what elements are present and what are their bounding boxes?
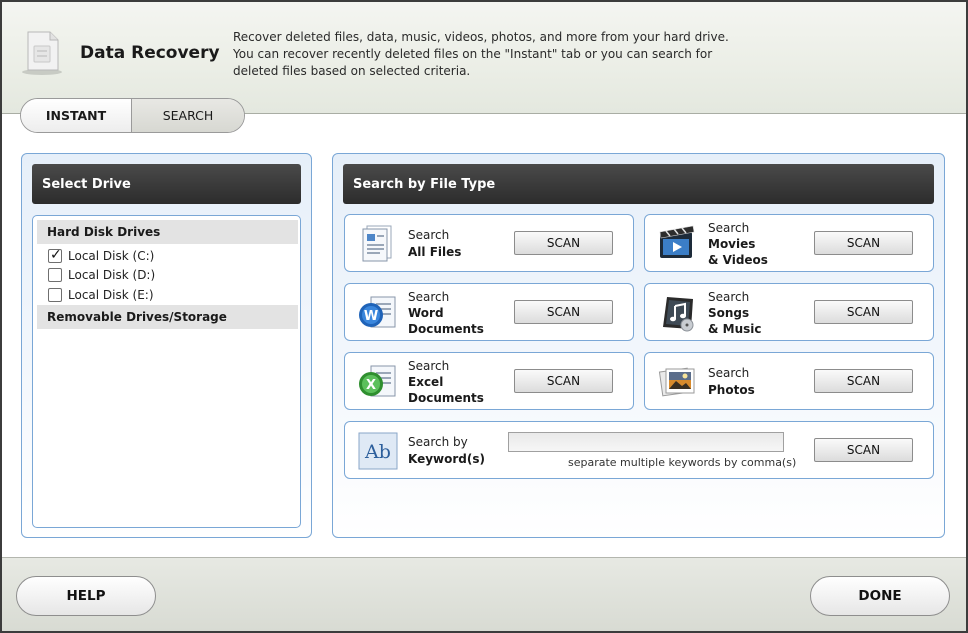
- svg-text:X: X: [366, 378, 376, 393]
- movies-icon: [659, 225, 695, 258]
- all-files-label: All Files: [408, 245, 462, 259]
- movies-label-2: & Videos: [708, 253, 768, 267]
- drive-item-d[interactable]: Local Disk (D:): [48, 266, 155, 284]
- data-recovery-icon: [22, 31, 62, 75]
- excel-prefix: Search: [408, 359, 450, 373]
- music-prefix: Search: [708, 290, 750, 304]
- drive-item-e[interactable]: Local Disk (E:): [48, 286, 154, 304]
- music-label-2: & Music: [708, 322, 762, 336]
- group-hard-disk-drives[interactable]: Hard Disk Drives: [37, 220, 298, 244]
- drive-d-checkbox[interactable]: [48, 268, 62, 282]
- keyword-label: Keyword(s): [408, 452, 485, 466]
- drive-e-checkbox[interactable]: [48, 288, 62, 302]
- search-card-music: Search Songs & Music SCAN: [644, 283, 934, 341]
- word-prefix: Search: [408, 290, 450, 304]
- search-card-keyword: Ab Search by Keyword(s) separate multipl…: [344, 421, 934, 479]
- drive-e-label: Local Disk (E:): [68, 288, 154, 302]
- scan-word-button[interactable]: SCAN: [514, 300, 613, 324]
- tab-instant[interactable]: INSTANT: [21, 99, 133, 132]
- all-files-icon: [362, 225, 392, 262]
- scan-music-button[interactable]: SCAN: [814, 300, 913, 324]
- select-drive-header: Select Drive: [32, 164, 301, 204]
- music-label-1: Songs: [708, 306, 750, 320]
- footer-bar: HELP DONE: [2, 557, 966, 631]
- drive-c-label: Local Disk (C:): [68, 249, 155, 263]
- excel-label-2: Documents: [408, 391, 484, 405]
- excel-label-1: Excel: [408, 375, 444, 389]
- word-document-icon: W: [359, 296, 396, 328]
- search-by-file-type-header: Search by File Type: [343, 164, 934, 204]
- search-card-photos: Search Photos SCAN: [644, 352, 934, 410]
- search-card-movies: Search Movies & Videos SCAN: [644, 214, 934, 272]
- photos-icon: [658, 367, 695, 397]
- keyword-icon: Ab: [358, 432, 398, 470]
- scan-excel-button[interactable]: SCAN: [514, 369, 613, 393]
- search-card-word: W Search Word Documents SCAN: [344, 283, 634, 341]
- help-button[interactable]: HELP: [16, 576, 156, 616]
- search-card-excel: X Search Excel Documents SCAN: [344, 352, 634, 410]
- checkmark-icon: ✓: [50, 247, 62, 263]
- scan-photos-button[interactable]: SCAN: [814, 369, 913, 393]
- search-card-all-files: Search All Files SCAN: [344, 214, 634, 272]
- drive-item-c[interactable]: ✓ Local Disk (C:): [48, 247, 154, 265]
- keyword-hint: separate multiple keywords by comma(s): [568, 456, 797, 469]
- drive-list: Hard Disk Drives ✓ Local Disk (C:) Local…: [32, 215, 301, 528]
- svg-text:W: W: [364, 309, 378, 324]
- drive-c-checkbox[interactable]: ✓: [48, 247, 62, 263]
- photos-label: Photos: [708, 383, 755, 397]
- word-label-2: Documents: [408, 322, 484, 336]
- app-description: Recover deleted files, data, music, vide…: [233, 30, 729, 78]
- word-label-1: Word: [408, 306, 444, 320]
- app-window: Data Recovery Recover deleted files, dat…: [0, 0, 968, 633]
- music-icon: [663, 297, 694, 332]
- movies-label-1: Movies: [708, 237, 756, 251]
- scan-movies-button[interactable]: SCAN: [814, 231, 913, 255]
- done-button[interactable]: DONE: [810, 576, 950, 616]
- excel-document-icon: X: [359, 365, 396, 397]
- photos-prefix: Search: [708, 366, 750, 380]
- keyword-input[interactable]: [508, 432, 784, 452]
- group-removable-drives[interactable]: Removable Drives/Storage: [37, 305, 298, 329]
- search-by-file-type-panel: Search by File Type Search All Files SCA…: [332, 153, 945, 538]
- movies-prefix: Search: [708, 221, 750, 235]
- drive-d-label: Local Disk (D:): [68, 268, 156, 282]
- tab-bar: INSTANT SEARCH: [20, 98, 245, 133]
- scan-keyword-button[interactable]: SCAN: [814, 438, 913, 462]
- tab-search[interactable]: SEARCH: [132, 99, 244, 132]
- svg-text:Ab: Ab: [364, 441, 391, 463]
- select-drive-panel: Select Drive Hard Disk Drives ✓ Local Di…: [21, 153, 312, 538]
- app-title: Data Recovery: [80, 43, 220, 63]
- scan-all-files-button[interactable]: SCAN: [514, 231, 613, 255]
- keyword-prefix: Search by: [408, 435, 468, 449]
- all-files-prefix: Search: [408, 228, 450, 242]
